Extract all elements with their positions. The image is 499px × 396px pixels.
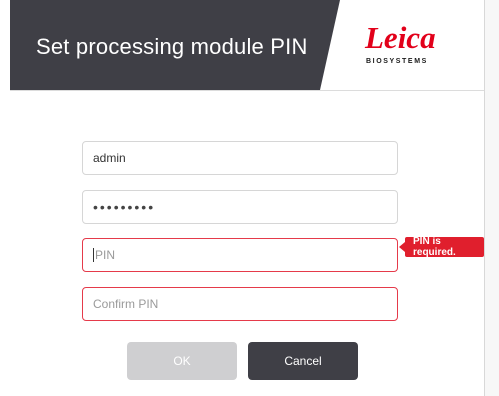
password-field[interactable]: •••••••••	[82, 190, 398, 224]
dialog-header: Set processing module PIN Leica BIOSYSTE…	[10, 0, 484, 91]
cancel-button[interactable]: Cancel	[248, 342, 358, 380]
leica-logo: Leica BIOSYSTEMS	[355, 20, 455, 74]
cancel-label: Cancel	[284, 354, 322, 368]
ok-label: OK	[173, 354, 191, 368]
window-right-edge	[484, 0, 499, 396]
title-band: Set processing module PIN	[10, 0, 340, 90]
pin-placeholder: PIN	[95, 248, 116, 262]
confirm-pin-field[interactable]: Confirm PIN	[82, 287, 398, 321]
username-value: admin	[93, 151, 126, 165]
set-pin-dialog: Set processing module PIN Leica BIOSYSTE…	[10, 0, 484, 396]
pin-error-text: PIN is required.	[413, 236, 456, 258]
logo-subtitle: BIOSYSTEMS	[366, 58, 428, 65]
pin-field[interactable]: PIN	[82, 238, 398, 272]
password-mask: •••••••••	[93, 199, 156, 215]
logo-wordmark: Leica	[365, 20, 436, 55]
dialog-title: Set processing module PIN	[36, 34, 308, 59]
confirm-pin-placeholder: Confirm PIN	[93, 297, 159, 311]
username-field[interactable]: admin	[82, 141, 398, 175]
ok-button[interactable]: OK	[127, 342, 237, 380]
pin-error-tooltip: PIN is required.	[399, 236, 484, 258]
text-caret	[93, 248, 94, 262]
